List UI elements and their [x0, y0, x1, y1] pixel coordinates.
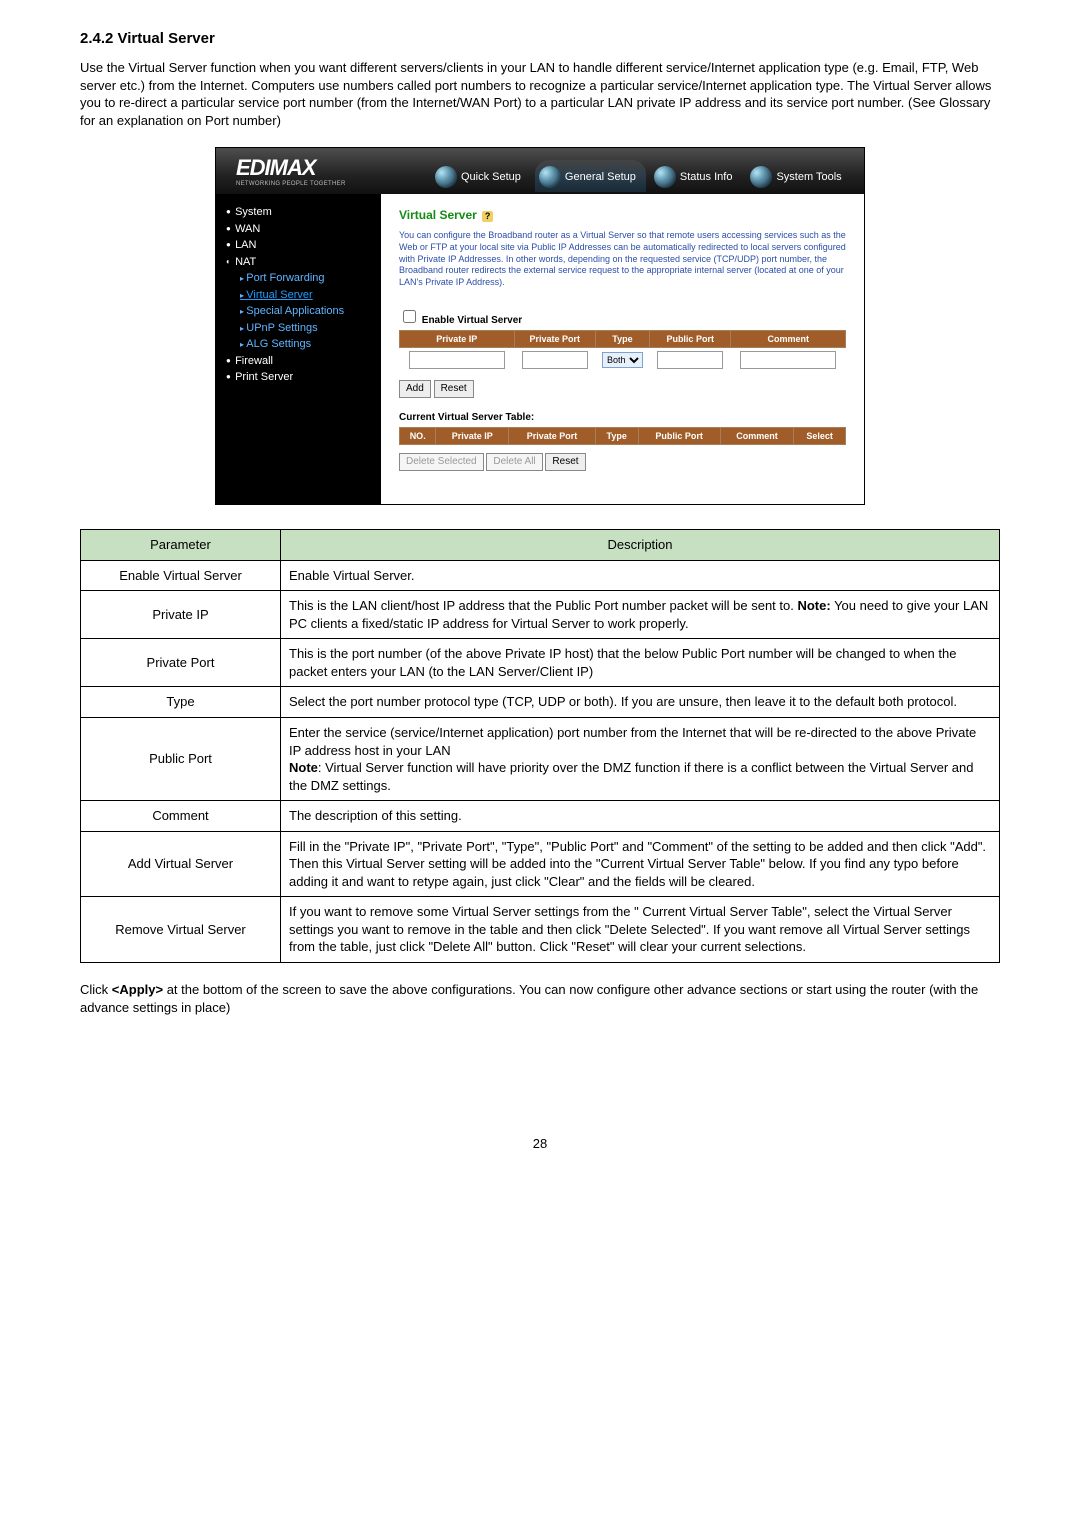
param-desc: Fill in the "Private IP", "Private Port"…	[281, 831, 1000, 897]
param-desc: This is the port number (of the above Pr…	[281, 639, 1000, 687]
current-virtual-server-table: NO. Private IP Private Port Type Public …	[399, 427, 846, 445]
orb-icon	[654, 166, 676, 188]
add-button[interactable]: Add	[399, 380, 431, 398]
param-name: Enable Virtual Server	[81, 560, 281, 591]
sidebar-item-wan[interactable]: WAN	[226, 221, 371, 238]
logo-subtitle: NETWORKING PEOPLE TOGETHER	[236, 181, 346, 187]
main-panel: Virtual Server ? You can configure the B…	[381, 194, 864, 504]
param-desc: This is the LAN client/host IP address t…	[281, 591, 1000, 639]
type-select[interactable]: Both	[602, 352, 643, 368]
delete-all-button[interactable]: Delete All	[486, 453, 542, 471]
col-comment: Comment	[731, 330, 846, 347]
col-select: Select	[794, 427, 846, 444]
router-ui-screenshot: EDIMAX NETWORKING PEOPLE TOGETHER Quick …	[215, 147, 865, 505]
param-name: Public Port	[81, 718, 281, 801]
col-public-port: Public Port	[638, 427, 720, 444]
comment-input[interactable]	[740, 351, 836, 369]
sidebar-nav: System WAN LAN NAT Port Forwarding Virtu…	[216, 194, 381, 504]
col-comment: Comment	[720, 427, 794, 444]
logo-text: EDIMAX	[236, 155, 346, 181]
footnote-bold: <Apply>	[112, 982, 163, 997]
tab-label: Status Info	[680, 171, 733, 183]
panel-title: Virtual Server ?	[399, 208, 846, 222]
reset-button[interactable]: Reset	[434, 380, 474, 398]
panel-title-text: Virtual Server	[399, 208, 477, 222]
public-port-input[interactable]	[657, 351, 723, 369]
col-no: NO.	[400, 427, 436, 444]
col-type: Type	[595, 427, 638, 444]
sidebar-item-upnp[interactable]: UPnP Settings	[240, 320, 371, 337]
col-private-ip: Private IP	[436, 427, 509, 444]
param-name: Private IP	[81, 591, 281, 639]
col-private-ip: Private IP	[400, 330, 515, 347]
th-parameter: Parameter	[81, 530, 281, 561]
header-tabs: Quick Setup General Setup Status Info Sy…	[431, 160, 856, 192]
param-desc: The description of this setting.	[281, 801, 1000, 832]
param-desc: Enter the service (service/Internet appl…	[281, 718, 1000, 801]
sidebar-item-special-apps[interactable]: Special Applications	[240, 303, 371, 320]
sidebar-item-port-forwarding[interactable]: Port Forwarding	[240, 270, 371, 287]
sidebar-item-nat[interactable]: NAT	[226, 254, 371, 271]
sidebar-item-lan[interactable]: LAN	[226, 237, 371, 254]
param-name: Remove Virtual Server	[81, 897, 281, 963]
current-table-title: Current Virtual Server Table:	[399, 412, 846, 423]
tab-general-setup[interactable]: General Setup	[535, 160, 646, 192]
col-private-port: Private Port	[514, 330, 595, 347]
private-port-input[interactable]	[522, 351, 588, 369]
orb-icon	[750, 166, 772, 188]
parameters-table: Parameter Description Enable Virtual Ser…	[80, 529, 1000, 963]
sidebar-item-firewall[interactable]: Firewall	[226, 353, 371, 370]
tab-quick-setup[interactable]: Quick Setup	[431, 160, 531, 192]
add-virtual-server-table: Private IP Private Port Type Public Port…	[399, 330, 846, 372]
param-name: Comment	[81, 801, 281, 832]
param-desc: Select the port number protocol type (TC…	[281, 687, 1000, 718]
sidebar-item-virtual-server[interactable]: Virtual Server	[240, 287, 371, 304]
help-icon[interactable]: ?	[482, 211, 493, 222]
private-ip-input[interactable]	[409, 351, 505, 369]
page-number: 28	[80, 1136, 1000, 1151]
param-name: Type	[81, 687, 281, 718]
footnote-post: at the bottom of the screen to save the …	[80, 982, 978, 1015]
enable-label: Enable Virtual Server	[422, 315, 522, 326]
panel-intro-text: You can configure the Broadband router a…	[399, 230, 846, 288]
param-name: Private Port	[81, 639, 281, 687]
orb-icon	[539, 166, 561, 188]
tab-status-info[interactable]: Status Info	[650, 160, 743, 192]
col-public-port: Public Port	[649, 330, 730, 347]
apply-footnote: Click <Apply> at the bottom of the scree…	[80, 981, 1000, 1016]
sidebar-item-print-server[interactable]: Print Server	[226, 369, 371, 386]
brand-logo: EDIMAX NETWORKING PEOPLE TOGETHER	[216, 155, 381, 187]
screenshot-header: EDIMAX NETWORKING PEOPLE TOGETHER Quick …	[216, 148, 864, 194]
sidebar-item-system[interactable]: System	[226, 204, 371, 221]
orb-icon	[435, 166, 457, 188]
th-description: Description	[281, 530, 1000, 561]
tab-label: General Setup	[565, 171, 636, 183]
tab-system-tools[interactable]: System Tools	[746, 160, 851, 192]
param-desc: If you want to remove some Virtual Serve…	[281, 897, 1000, 963]
enable-row: Enable Virtual Server	[399, 307, 846, 326]
col-type: Type	[596, 330, 650, 347]
tab-label: System Tools	[776, 171, 841, 183]
param-name: Add Virtual Server	[81, 831, 281, 897]
delete-selected-button[interactable]: Delete Selected	[399, 453, 484, 471]
tab-label: Quick Setup	[461, 171, 521, 183]
col-private-port: Private Port	[509, 427, 596, 444]
sidebar-item-alg[interactable]: ALG Settings	[240, 336, 371, 353]
enable-virtual-server-checkbox[interactable]	[403, 310, 416, 323]
footnote-pre: Click	[80, 982, 112, 997]
intro-paragraph: Use the Virtual Server function when you…	[80, 59, 1000, 129]
section-heading: 2.4.2 Virtual Server	[80, 30, 1000, 47]
reset-button-2[interactable]: Reset	[545, 453, 585, 471]
param-desc: Enable Virtual Server.	[281, 560, 1000, 591]
